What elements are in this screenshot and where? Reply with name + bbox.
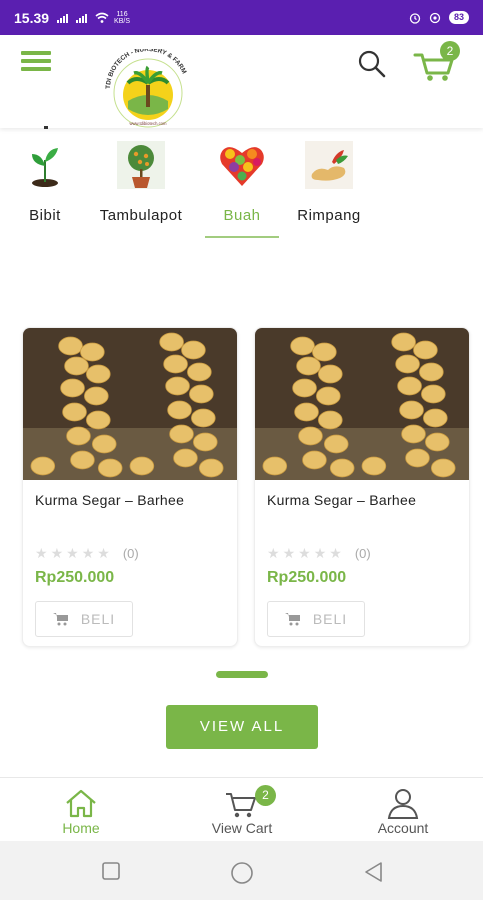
star-icon: ★ <box>35 545 48 561</box>
buy-button[interactable]: BELI <box>267 601 365 637</box>
category-label: Bibit <box>29 207 61 224</box>
battery-level: 83 <box>448 11 469 24</box>
status-time: 15.39 <box>14 9 50 26</box>
product-image[interactable] <box>255 328 469 480</box>
category-label: Rimpang <box>297 207 361 224</box>
star-icon: ★ <box>66 545 79 561</box>
cart-icon <box>52 613 68 626</box>
nav-view-cart[interactable]: View Cart <box>182 786 302 836</box>
rhizome-icon <box>305 141 353 189</box>
cart-count-badge: 2 <box>255 785 276 806</box>
status-left-icons: 116 KB/S <box>57 11 130 25</box>
svg-text:www.tdibiotech.com: www.tdibiotech.com <box>129 121 167 126</box>
star-icon: ★ <box>298 545 311 561</box>
star-icon: ★ <box>282 545 296 561</box>
product-card[interactable]: Kurma Segar – Barhee ★ ★ ★ ★ ★ (0) Rp250.000… <box>22 327 238 647</box>
home-icon <box>66 789 96 818</box>
category-label: Buah <box>223 207 261 224</box>
active-category-indicator <box>205 236 279 238</box>
product-title[interactable]: Kurma Segar – Barhee <box>35 492 184 508</box>
product-card[interactable]: Kurma Segar – Barhee ★ ★ ★ ★ ★ (0) Rp250.000… <box>254 327 470 647</box>
potted-tree-icon <box>117 141 165 189</box>
carousel-indicator[interactable] <box>216 671 268 678</box>
nav-label: Account <box>377 820 429 836</box>
cart-count-badge: 2 <box>440 41 460 61</box>
buy-button-label: BELI <box>312 611 348 627</box>
signal-icon <box>76 13 88 23</box>
status-bar: 15.39 116 KB/S 83 <box>0 0 483 35</box>
star-icon: ★ <box>313 545 327 561</box>
category-bar: Bibit Tambulapot Buah Rimpang <box>0 140 483 240</box>
nav-label: View Cart <box>211 820 273 836</box>
speed-unit: KB/S <box>114 17 130 25</box>
category-rimpang[interactable]: Rimpang <box>292 140 366 224</box>
buy-button[interactable]: BELI <box>35 601 133 637</box>
hamburger-menu-icon[interactable] <box>21 51 51 75</box>
rating-count: (0) <box>122 546 139 561</box>
rating-count: (0) <box>354 546 371 561</box>
star-icon: ★ <box>97 545 110 561</box>
user-icon <box>387 789 419 819</box>
seedling-icon <box>32 148 58 187</box>
product-price: Rp250.000 <box>35 569 115 586</box>
bottom-navigation: Home View Cart 2 Account <box>0 777 483 841</box>
recents-icon[interactable] <box>101 861 121 881</box>
nav-account[interactable]: Account <box>343 786 463 836</box>
buy-button-label: BELI <box>80 611 116 627</box>
star-icon: ★ <box>50 545 64 561</box>
nav-home[interactable]: Home <box>21 786 141 836</box>
nav-label: Home <box>62 820 100 836</box>
category-tambulapot[interactable]: Tambulapot <box>91 140 191 224</box>
network-speed: 116 KB/S <box>114 11 130 25</box>
back-icon[interactable] <box>363 861 383 883</box>
signal-icon <box>57 13 69 23</box>
home-circle-icon[interactable] <box>230 861 254 885</box>
sync-icon <box>429 12 441 23</box>
product-rating: ★ ★ ★ ★ ★ (0) <box>35 545 139 562</box>
product-rating: ★ ★ ★ ★ ★ (0) <box>267 545 371 562</box>
brand-logo[interactable]: TDI BIOTECH - NURSERY & FARM www.tdibiot… <box>100 49 196 129</box>
alarm-icon <box>409 12 421 24</box>
view-all-button[interactable]: VIEW ALL <box>166 705 318 749</box>
wifi-icon <box>95 12 109 23</box>
category-bibit[interactable]: Bibit <box>18 140 72 224</box>
star-icon: ★ <box>267 545 280 561</box>
divider-mark <box>44 126 48 129</box>
speed-value: 116 <box>116 10 128 18</box>
star-icon: ★ <box>329 545 342 561</box>
star-icon: ★ <box>81 545 95 561</box>
product-image[interactable] <box>23 328 237 480</box>
category-label: Tambulapot <box>99 207 183 224</box>
category-buah[interactable]: Buah <box>214 140 270 224</box>
search-icon[interactable] <box>356 48 388 80</box>
product-price: Rp250.000 <box>267 569 347 586</box>
app-header: TDI BIOTECH - NURSERY & FARM www.tdibiot… <box>0 35 483 128</box>
fruit-heart-icon <box>220 147 264 186</box>
system-navigation-bar <box>0 841 483 900</box>
product-title[interactable]: Kurma Segar – Barhee <box>267 492 416 508</box>
status-right: 83 <box>409 11 469 24</box>
cart-icon <box>284 613 300 626</box>
